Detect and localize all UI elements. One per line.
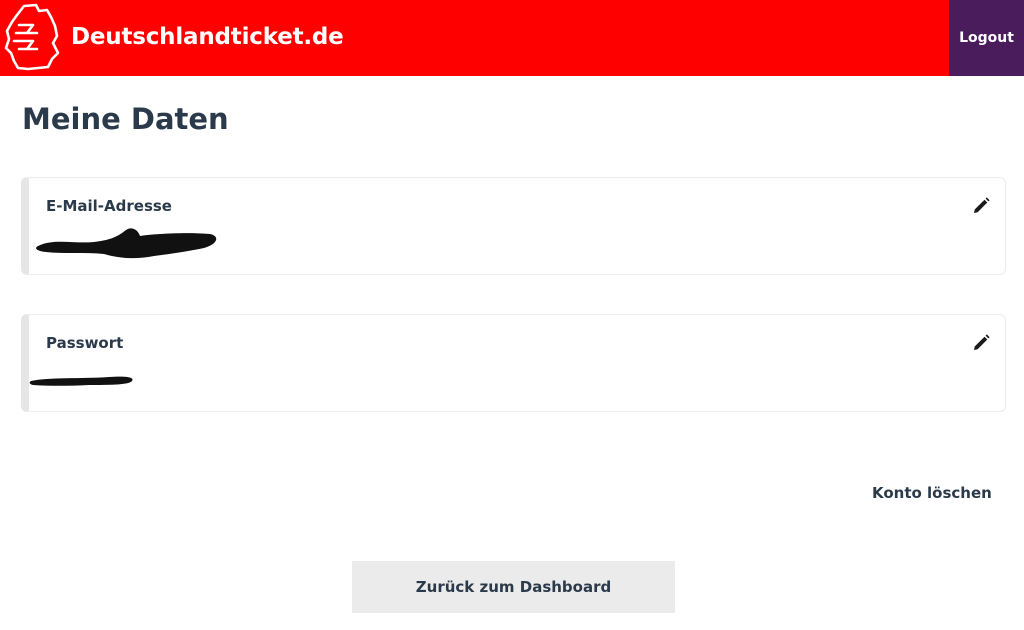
email-card: E-Mail-Adresse <box>21 177 1006 275</box>
brand-name[interactable]: Deutschlandticket.de <box>71 22 344 52</box>
redacted-email-value <box>36 228 217 259</box>
edit-email-pencil-icon[interactable] <box>971 196 991 216</box>
site-header: Deutschlandticket.de Logout <box>0 0 1024 76</box>
edit-password-pencil-icon[interactable] <box>971 333 991 353</box>
password-label: Passwort <box>46 334 124 352</box>
page-title: Meine Daten <box>22 102 229 136</box>
password-card: Passwort <box>21 314 1006 412</box>
deutschlandticket-logo-icon[interactable] <box>3 3 61 71</box>
logout-button[interactable]: Logout <box>949 0 1024 76</box>
redacted-password-value <box>29 376 133 386</box>
back-to-dashboard-button[interactable]: Zurück zum Dashboard <box>352 561 675 613</box>
email-label: E-Mail-Adresse <box>46 197 172 215</box>
delete-account-link[interactable]: Konto löschen <box>872 484 992 502</box>
